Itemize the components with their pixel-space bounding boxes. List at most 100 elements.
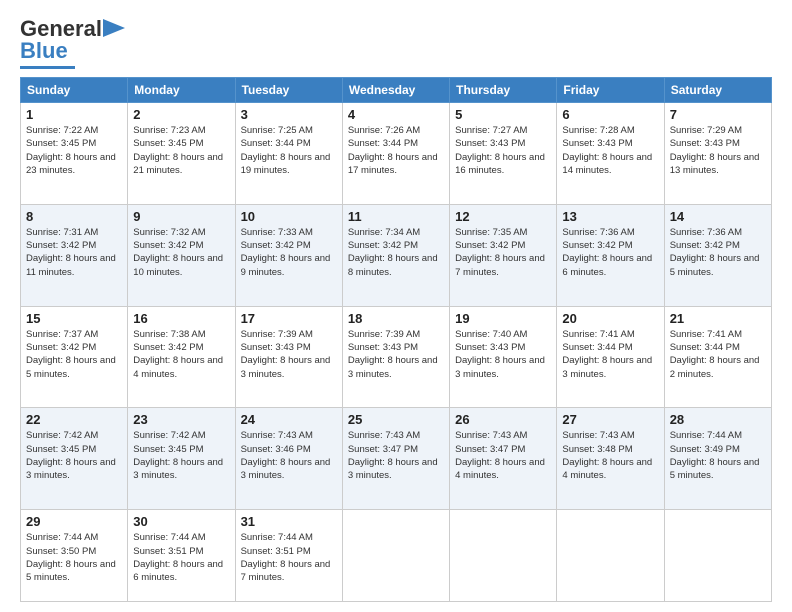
calendar-week-row: 15 Sunrise: 7:37 AMSunset: 3:42 PMDayligh… [21,306,772,408]
calendar-day-cell [664,510,771,602]
calendar-day-cell: 8 Sunrise: 7:31 AMSunset: 3:42 PMDaylight… [21,204,128,306]
day-number: 21 [670,311,766,326]
day-info: Sunrise: 7:44 AMSunset: 3:49 PMDaylight:… [670,429,766,482]
calendar-day-cell: 3Sunrise: 7:25 AMSunset: 3:44 PMDaylight… [235,103,342,205]
calendar-day-cell [342,510,449,602]
day-number: 17 [241,311,337,326]
calendar-day-cell: 26 Sunrise: 7:43 AMSunset: 3:47 PMDayligh… [450,408,557,510]
day-number: 12 [455,209,551,224]
day-number: 18 [348,311,444,326]
calendar-day-cell: 24Sunrise: 7:43 AMSunset: 3:46 PMDayligh… [235,408,342,510]
day-number: 3 [241,107,337,122]
day-number: 11 [348,209,444,224]
day-info: Sunrise: 7:41 AMSunset: 3:44 PMDaylight:… [562,328,658,381]
day-number: 8 [26,209,122,224]
calendar-day-cell: 7 Sunrise: 7:29 AMSunset: 3:43 PMDaylight… [664,103,771,205]
header-thursday: Thursday [450,78,557,103]
header-monday: Monday [128,78,235,103]
calendar-day-cell: 21 Sunrise: 7:41 AMSunset: 3:44 PMDayligh… [664,306,771,408]
day-number: 7 [670,107,766,122]
day-info: Sunrise: 7:33 AMSunset: 3:42 PMDaylight:… [241,226,337,279]
header-wednesday: Wednesday [342,78,449,103]
day-number: 10 [241,209,337,224]
calendar-day-cell: 17 Sunrise: 7:39 AMSunset: 3:43 PMDayligh… [235,306,342,408]
header-tuesday: Tuesday [235,78,342,103]
calendar-day-cell: 23 Sunrise: 7:42 AMSunset: 3:45 PMDayligh… [128,408,235,510]
calendar-day-cell: 18 Sunrise: 7:39 AMSunset: 3:43 PMDayligh… [342,306,449,408]
header-saturday: Saturday [664,78,771,103]
calendar-table: Sunday Monday Tuesday Wednesday Thursday… [20,77,772,602]
calendar-day-cell: 30 Sunrise: 7:44 AMSunset: 3:51 PMDayligh… [128,510,235,602]
calendar-day-cell: 19Sunrise: 7:40 AMSunset: 3:43 PMDayligh… [450,306,557,408]
day-number: 16 [133,311,229,326]
day-info: Sunrise: 7:36 AMSunset: 3:42 PMDaylight:… [562,226,658,279]
logo-arrow-icon [103,19,125,37]
calendar-header-row: Sunday Monday Tuesday Wednesday Thursday… [21,78,772,103]
calendar-day-cell [557,510,664,602]
day-info: Sunrise: 7:39 AMSunset: 3:43 PMDaylight:… [348,328,444,381]
day-info: Sunrise: 7:42 AMSunset: 3:45 PMDaylight:… [133,429,229,482]
day-info: Sunrise: 7:26 AMSunset: 3:44 PMDaylight:… [348,124,444,177]
calendar-day-cell: 16 Sunrise: 7:38 AMSunset: 3:42 PMDayligh… [128,306,235,408]
logo-text-blue: Blue [20,38,68,64]
day-info: Sunrise: 7:34 AMSunset: 3:42 PMDaylight:… [348,226,444,279]
day-info: Sunrise: 7:23 AMSunset: 3:45 PMDaylight:… [133,124,229,177]
day-info: Sunrise: 7:22 AMSunset: 3:45 PMDaylight:… [26,124,122,177]
day-number: 23 [133,412,229,427]
day-info: Sunrise: 7:40 AMSunset: 3:43 PMDaylight:… [455,328,551,381]
day-number: 15 [26,311,122,326]
logo-underline [20,66,75,69]
day-info: Sunrise: 7:31 AMSunset: 3:42 PMDaylight:… [26,226,122,279]
calendar-day-cell: 9Sunrise: 7:32 AMSunset: 3:42 PMDaylight… [128,204,235,306]
day-info: Sunrise: 7:37 AMSunset: 3:42 PMDaylight:… [26,328,122,381]
day-number: 25 [348,412,444,427]
calendar-day-cell: 22 Sunrise: 7:42 AMSunset: 3:45 PMDayligh… [21,408,128,510]
day-number: 13 [562,209,658,224]
calendar-day-cell: 25 Sunrise: 7:43 AMSunset: 3:47 PMDayligh… [342,408,449,510]
calendar-day-cell: 2Sunrise: 7:23 AMSunset: 3:45 PMDaylight… [128,103,235,205]
day-number: 1 [26,107,122,122]
calendar-day-cell: 12 Sunrise: 7:35 AMSunset: 3:42 PMDayligh… [450,204,557,306]
day-info: Sunrise: 7:41 AMSunset: 3:44 PMDaylight:… [670,328,766,381]
day-info: Sunrise: 7:27 AMSunset: 3:43 PMDaylight:… [455,124,551,177]
header: General Blue [20,16,772,69]
day-info: Sunrise: 7:43 AMSunset: 3:47 PMDaylight:… [348,429,444,482]
day-info: Sunrise: 7:43 AMSunset: 3:47 PMDaylight:… [455,429,551,482]
day-number: 5 [455,107,551,122]
day-info: Sunrise: 7:28 AMSunset: 3:43 PMDaylight:… [562,124,658,177]
day-info: Sunrise: 7:44 AMSunset: 3:51 PMDaylight:… [241,531,337,584]
day-info: Sunrise: 7:32 AMSunset: 3:42 PMDaylight:… [133,226,229,279]
calendar-week-row: 8 Sunrise: 7:31 AMSunset: 3:42 PMDaylight… [21,204,772,306]
day-info: Sunrise: 7:36 AMSunset: 3:42 PMDaylight:… [670,226,766,279]
day-number: 26 [455,412,551,427]
calendar-day-cell: 31 Sunrise: 7:44 AMSunset: 3:51 PMDayligh… [235,510,342,602]
day-number: 27 [562,412,658,427]
day-info: Sunrise: 7:39 AMSunset: 3:43 PMDaylight:… [241,328,337,381]
calendar-day-cell: 1 Sunrise: 7:22 AMSunset: 3:45 PMDaylight… [21,103,128,205]
day-info: Sunrise: 7:35 AMSunset: 3:42 PMDaylight:… [455,226,551,279]
calendar-week-row: 22 Sunrise: 7:42 AMSunset: 3:45 PMDayligh… [21,408,772,510]
day-number: 6 [562,107,658,122]
day-number: 24 [241,412,337,427]
day-info: Sunrise: 7:44 AMSunset: 3:50 PMDaylight:… [26,531,122,584]
day-number: 4 [348,107,444,122]
day-info: Sunrise: 7:38 AMSunset: 3:42 PMDaylight:… [133,328,229,381]
day-info: Sunrise: 7:44 AMSunset: 3:51 PMDaylight:… [133,531,229,584]
calendar-day-cell: 4 Sunrise: 7:26 AMSunset: 3:44 PMDaylight… [342,103,449,205]
calendar-day-cell: 5 Sunrise: 7:27 AMSunset: 3:43 PMDaylight… [450,103,557,205]
calendar-day-cell: 11 Sunrise: 7:34 AMSunset: 3:42 PMDayligh… [342,204,449,306]
day-info: Sunrise: 7:42 AMSunset: 3:45 PMDaylight:… [26,429,122,482]
day-number: 20 [562,311,658,326]
calendar-week-row: 1 Sunrise: 7:22 AMSunset: 3:45 PMDaylight… [21,103,772,205]
day-info: Sunrise: 7:29 AMSunset: 3:43 PMDaylight:… [670,124,766,177]
day-info: Sunrise: 7:43 AMSunset: 3:48 PMDaylight:… [562,429,658,482]
calendar-day-cell [450,510,557,602]
calendar-day-cell: 20 Sunrise: 7:41 AMSunset: 3:44 PMDayligh… [557,306,664,408]
day-number: 22 [26,412,122,427]
page: General Blue Sunday Monday Tuesday Wedne… [0,0,792,612]
calendar-day-cell: 27 Sunrise: 7:43 AMSunset: 3:48 PMDayligh… [557,408,664,510]
day-number: 28 [670,412,766,427]
calendar-week-row: 29Sunrise: 7:44 AMSunset: 3:50 PMDayligh… [21,510,772,602]
day-number: 31 [241,514,337,529]
day-number: 30 [133,514,229,529]
